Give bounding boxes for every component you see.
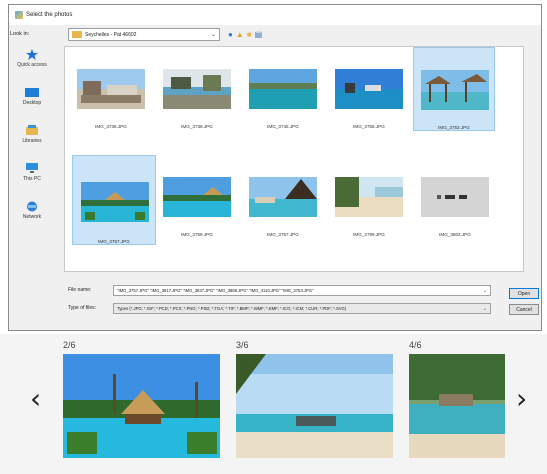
network-icon: [27, 201, 37, 212]
file-thumbnail[interactable]: IMG_3738.JPG: [157, 51, 237, 129]
place-libraries[interactable]: Libraries: [8, 125, 56, 159]
chevron-down-icon[interactable]: ⌄: [483, 286, 487, 295]
file-thumbnail[interactable]: IMG_3736.JPG: [71, 51, 151, 129]
navigation-toolbar: ● ▲ ■ ▤: [228, 28, 262, 41]
place-label: Libraries: [22, 138, 42, 144]
chevron-right-icon[interactable]: ›: [516, 385, 527, 413]
star-icon: [26, 49, 38, 60]
preview-counter: 2/6: [63, 340, 76, 350]
file-list-view[interactable]: IMG_3736.JPG IMG_3738.JPG IMG_3745.JPG I…: [64, 46, 524, 272]
file-thumbnail[interactable]: IMG_3802.JPG: [415, 159, 495, 237]
file-name: IMG_3759.JPG: [181, 232, 213, 237]
file-name-input[interactable]: "IMG_3757.JPG" "IMG_3817.JPG" "IMG_3837.…: [113, 285, 491, 296]
places-bar: Quick access Desktop Libraries This PC N…: [8, 46, 56, 271]
chevron-down-icon[interactable]: ⌄: [483, 304, 487, 313]
place-this-pc[interactable]: This PC: [8, 163, 56, 197]
cancel-button[interactable]: Cancel: [509, 304, 539, 315]
file-name: IMG_3738.JPG: [181, 124, 213, 129]
photo-thumbnail: [81, 182, 149, 222]
chevron-left-icon[interactable]: ‹: [30, 385, 41, 413]
file-name: IMG_3799.JPG: [353, 232, 385, 237]
look-in-value: Seychelles - Pat 46602: [85, 31, 137, 38]
place-desktop[interactable]: Desktop: [8, 87, 56, 121]
file-thumbnail[interactable]: IMG_3799.JPG: [329, 159, 409, 237]
file-name: IMG_3745.JPG: [267, 124, 299, 129]
file-type-label: Type of files:: [68, 305, 97, 311]
file-thumbnail[interactable]: IMG_3755.JPG: [329, 51, 409, 129]
photo-thumbnail: [249, 69, 317, 109]
file-thumbnail[interactable]: IMG_3767.JPG: [243, 159, 323, 237]
photo-thumbnail: [249, 177, 317, 217]
look-in-dropdown[interactable]: Seychelles - Pat 46602 ⌄: [68, 28, 220, 41]
place-label: Quick access: [17, 62, 47, 68]
file-name: IMG_3757.JPG: [98, 239, 130, 244]
photo-thumbnail: [163, 69, 231, 109]
photo-thumbnail: [335, 177, 403, 217]
folder-icon: [72, 31, 82, 38]
photo-thumbnail: [163, 177, 231, 217]
place-quick-access[interactable]: Quick access: [8, 49, 56, 83]
preview-counter: 4/6: [409, 340, 422, 350]
view-menu-icon[interactable]: ▤: [255, 28, 263, 41]
libraries-icon: [26, 125, 38, 135]
file-name-value: "IMG_3757.JPG" "IMG_3817.JPG" "IMG_3837.…: [117, 288, 314, 293]
place-network[interactable]: Network: [8, 201, 56, 235]
file-thumbnail-selected[interactable]: IMG_3757.JPG: [72, 155, 156, 245]
back-icon[interactable]: ●: [228, 28, 233, 41]
file-name: IMG_3736.JPG: [95, 124, 127, 129]
photo-thumbnail: [421, 177, 489, 217]
preview-image[interactable]: [63, 354, 220, 458]
open-button[interactable]: Open: [509, 288, 539, 299]
file-thumbnail-selected[interactable]: IMG_3753.JPG: [413, 47, 495, 131]
computer-icon: [26, 163, 38, 173]
file-type-select[interactable]: Types (*.JPG; *.GIF; *.PCD; *.PCX; *.PNG…: [113, 303, 491, 314]
place-label: Desktop: [22, 100, 42, 106]
app-icon: [15, 11, 23, 19]
file-name: IMG_3753.JPG: [438, 125, 470, 130]
file-type-value: Types (*.JPG; *.GIF; *.PCD; *.PCX; *.PNG…: [117, 306, 347, 311]
file-name: IMG_3767.JPG: [267, 232, 299, 237]
desktop-icon: [25, 88, 39, 97]
dialog-titlebar: Select the photos: [9, 5, 541, 25]
new-folder-icon[interactable]: ■: [247, 28, 252, 41]
look-in-label: Look in:: [10, 31, 30, 37]
file-name-label: File name:: [68, 287, 92, 293]
photo-thumbnail: [77, 69, 145, 109]
photo-thumbnail: [421, 70, 489, 110]
place-label: This PC: [23, 176, 41, 182]
preview-counter: 3/6: [236, 340, 249, 350]
place-label: Network: [22, 214, 42, 220]
preview-image[interactable]: [236, 354, 393, 458]
file-thumbnail[interactable]: IMG_3745.JPG: [243, 51, 323, 129]
file-thumbnail[interactable]: IMG_3759.JPG: [157, 159, 237, 237]
preview-image[interactable]: [409, 354, 505, 458]
file-name: IMG_3755.JPG: [353, 124, 385, 129]
chevron-down-icon: ⌄: [210, 32, 216, 38]
dialog-title: Select the photos: [26, 12, 73, 18]
photo-thumbnail: [335, 69, 403, 109]
up-folder-icon[interactable]: ▲: [236, 28, 244, 41]
file-name: IMG_3802.JPG: [439, 232, 471, 237]
